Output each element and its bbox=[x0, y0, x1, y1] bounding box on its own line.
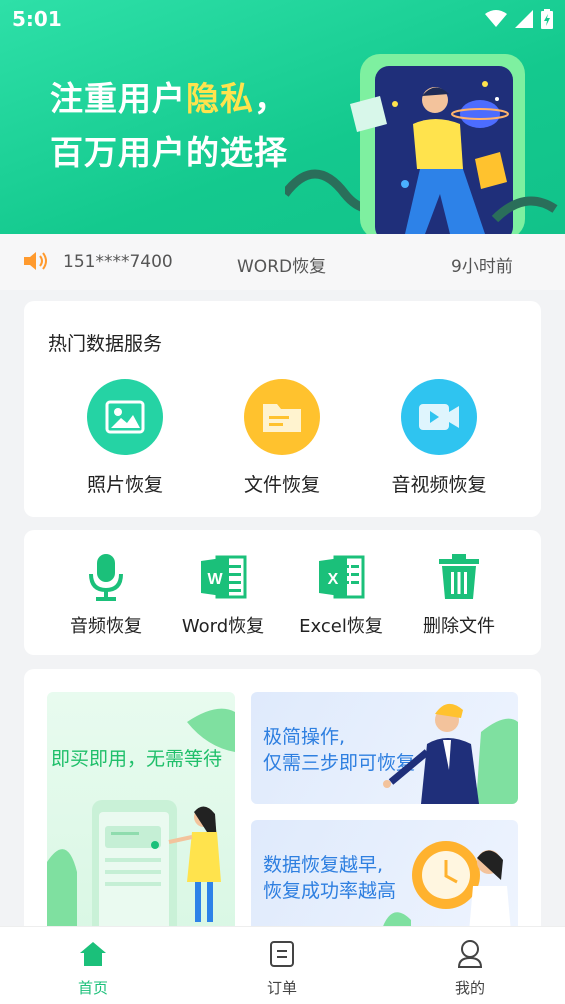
tab-mine[interactable]: 我的 bbox=[420, 939, 520, 998]
hero-title-comma: ， bbox=[254, 79, 288, 118]
recent-activity-ticker: 151****7400 WORD恢复 9小时前 bbox=[0, 234, 565, 290]
order-icon bbox=[232, 939, 332, 969]
word-recovery-button[interactable]: W Word恢复 bbox=[163, 552, 283, 638]
promo-simple-steps[interactable]: 极简操作, 仅需三步即可恢复 bbox=[251, 692, 518, 804]
phone-illustration bbox=[47, 708, 235, 939]
delete-files-label: 删除文件 bbox=[423, 616, 495, 637]
presenter-illustration bbox=[383, 703, 518, 804]
speaker-icon bbox=[24, 252, 47, 270]
excel-recovery-button[interactable]: X Excel恢复 bbox=[281, 552, 401, 638]
file-recovery-label: 文件恢复 bbox=[243, 474, 320, 496]
hot-services-card: 热门数据服务 照片恢复 文件恢复 音视频恢复 bbox=[24, 301, 541, 517]
hero-title-line1: 注重用户 bbox=[50, 79, 186, 118]
status-time: 5:01 bbox=[12, 7, 62, 31]
tab-orders-label: 订单 bbox=[266, 979, 297, 997]
delete-files-button[interactable]: 删除文件 bbox=[399, 552, 519, 638]
signal-icon bbox=[515, 10, 533, 28]
status-bar: 5:01 bbox=[0, 0, 565, 40]
photo-recovery-button[interactable]: 照片恢复 bbox=[55, 379, 195, 497]
user-icon bbox=[420, 939, 520, 969]
tab-home-label: 首页 bbox=[77, 979, 108, 997]
ticker-service: WORD恢复 bbox=[237, 257, 327, 277]
audio-recovery-button[interactable]: 音频恢复 bbox=[46, 552, 166, 638]
ticker-time-ago: 9小时前 bbox=[451, 257, 513, 277]
battery-icon bbox=[541, 9, 553, 29]
ticker-phone: 151****7400 bbox=[63, 252, 173, 272]
video-icon bbox=[401, 379, 477, 455]
file-recovery-button[interactable]: 文件恢复 bbox=[212, 379, 352, 497]
bottom-tab-bar: 首页 订单 我的 bbox=[0, 926, 565, 1004]
hero-banner[interactable]: 5:01 注重用户隐私， 百万用户的选择 bbox=[0, 0, 565, 234]
word-recovery-label: Word恢复 bbox=[181, 616, 265, 637]
tools-card: 音频恢复 W Word恢复 X Excel恢复 删除文件 bbox=[24, 530, 541, 655]
av-recovery-label: 音视频恢复 bbox=[391, 474, 487, 496]
home-icon bbox=[43, 939, 143, 969]
trash-icon bbox=[399, 552, 519, 602]
svg-text:X: X bbox=[328, 571, 339, 588]
status-icons bbox=[485, 9, 553, 29]
excel-recovery-label: Excel恢复 bbox=[299, 616, 383, 637]
hero-illustration bbox=[285, 54, 558, 234]
tab-mine-label: 我的 bbox=[454, 979, 485, 997]
hero-highlight: 隐私 bbox=[186, 79, 254, 118]
hot-services-title: 热门数据服务 bbox=[48, 333, 163, 355]
photo-recovery-label: 照片恢复 bbox=[86, 474, 163, 496]
svg-text:W: W bbox=[207, 571, 223, 588]
av-recovery-button[interactable]: 音视频恢复 bbox=[369, 379, 509, 497]
clock-illustration bbox=[381, 841, 511, 932]
word-icon: W bbox=[163, 552, 283, 602]
excel-icon: X bbox=[281, 552, 401, 602]
image-icon bbox=[87, 379, 163, 455]
promo-card: 即买即用，无需等待 极简操作, 仅需三步即可恢复 数据恢复越早, 恢复成功率越高 bbox=[24, 669, 541, 939]
hero-title-line2: 百万用户的选择 bbox=[50, 133, 288, 172]
tab-home[interactable]: 首页 bbox=[43, 939, 143, 998]
promo-early-recovery[interactable]: 数据恢复越早, 恢复成功率越高 bbox=[251, 820, 518, 932]
audio-recovery-label: 音频恢复 bbox=[70, 616, 142, 637]
wifi-icon bbox=[485, 10, 507, 27]
tab-orders[interactable]: 订单 bbox=[232, 939, 332, 998]
folder-icon bbox=[244, 379, 320, 455]
promo-instant-use[interactable]: 即买即用，无需等待 bbox=[47, 692, 235, 939]
microphone-icon bbox=[46, 552, 166, 602]
hero-title: 注重用户隐私， 百万用户的选择 bbox=[50, 72, 288, 180]
